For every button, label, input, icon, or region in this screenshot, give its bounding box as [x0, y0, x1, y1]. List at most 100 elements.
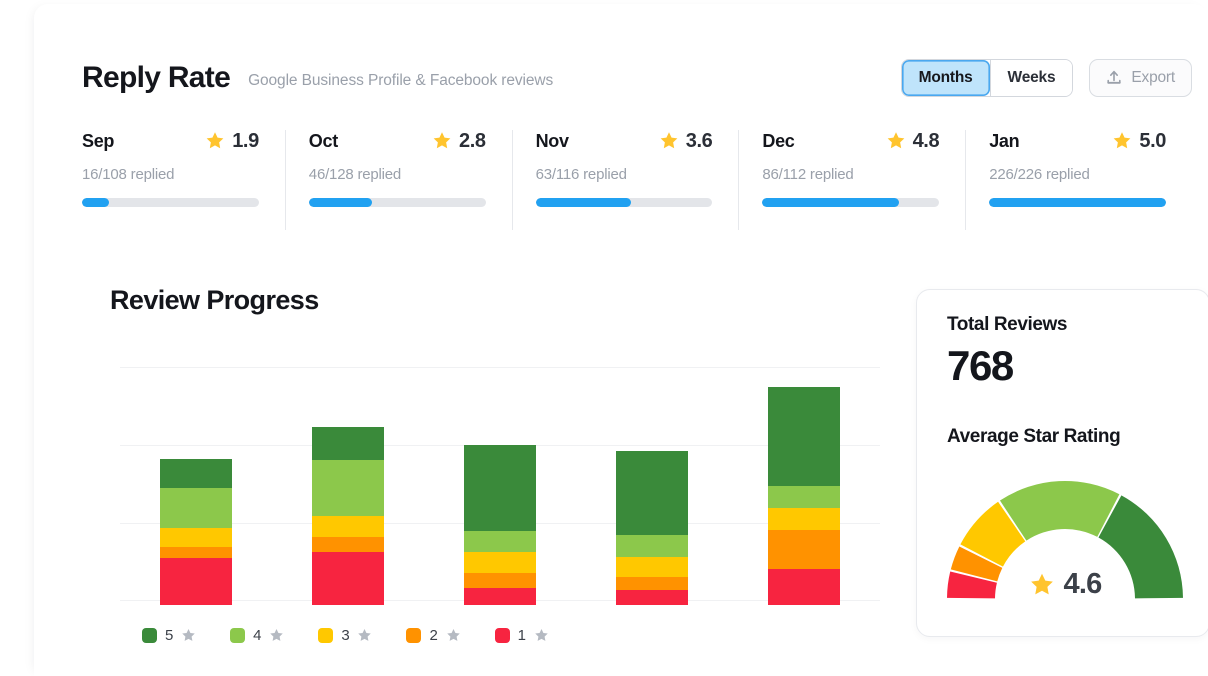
stat-progress-track: [762, 198, 940, 207]
bar-segment-2star[interactable]: [160, 547, 232, 559]
bar-segment-3star[interactable]: [768, 507, 840, 530]
bar-column-sep[interactable]: [120, 371, 272, 605]
average-rating-label: Average Star Rating: [947, 426, 1121, 447]
bar-segment-4star[interactable]: [312, 459, 384, 517]
card-header: Reply Rate Google Business Profile & Fac…: [82, 54, 1192, 102]
stat-rating-value: 5.0: [1139, 129, 1166, 152]
bar-segment-4star[interactable]: [160, 488, 232, 528]
bar-segment-2star[interactable]: [616, 576, 688, 591]
gauge-center-value: 4.6: [941, 568, 1189, 601]
header-actions: Months Weeks Export: [900, 59, 1192, 97]
month-stats-strip: Sep 1.9 16/108 replied Oct 2.8 46/128 re…: [82, 128, 1192, 238]
stat-replied-text: 16/108 replied: [82, 166, 175, 183]
stat-card-sep[interactable]: Sep 1.9 16/108 replied: [82, 128, 285, 238]
bar-stack: [616, 450, 688, 605]
legend-label: 5: [165, 627, 174, 644]
bar-segment-5star[interactable]: [616, 450, 688, 535]
average-rating-gauge: 4.6: [941, 475, 1189, 607]
legend-item-1star[interactable]: 1: [494, 627, 549, 644]
review-progress-chart: [120, 367, 880, 605]
bar-segment-1star[interactable]: [616, 590, 688, 605]
screenshot-root: Reply Rate Google Business Profile & Fac…: [0, 0, 1208, 676]
bar-column-oct[interactable]: [272, 371, 424, 605]
stat-rating: 2.8: [432, 130, 486, 153]
bar-segment-2star[interactable]: [312, 536, 384, 553]
legend-label: 4: [253, 627, 262, 644]
bar-column-dec[interactable]: [576, 371, 728, 605]
bar-segment-1star[interactable]: [768, 568, 840, 605]
stat-month-label: Oct: [308, 130, 338, 151]
legend-swatch: [318, 628, 334, 643]
stat-header: Oct 2.8: [309, 128, 486, 154]
bar-column-nov[interactable]: [424, 371, 576, 605]
bar-segment-1star[interactable]: [464, 588, 536, 605]
legend-item-4star[interactable]: 4: [230, 627, 284, 644]
page-subtitle: Google Business Profile & Facebook revie…: [248, 72, 554, 89]
stat-progress-fill: [82, 198, 109, 207]
bar-segment-5star[interactable]: [768, 386, 840, 487]
stat-card-dec[interactable]: Dec 4.8 86/112 replied: [738, 128, 965, 238]
stat-month-label: Nov: [535, 130, 569, 151]
legend-item-2star[interactable]: 2: [406, 627, 460, 644]
star-icon: [181, 628, 196, 643]
total-reviews-label: Total Reviews: [947, 314, 1068, 335]
bar-group: [120, 371, 880, 605]
range-option-months[interactable]: Months: [901, 60, 990, 96]
stat-header: Jan 5.0: [989, 128, 1166, 154]
bar-segment-5star[interactable]: [464, 445, 536, 531]
star-icon: [886, 131, 906, 151]
bar-segment-5star[interactable]: [160, 458, 232, 489]
legend-swatch: [230, 628, 246, 643]
upload-icon: [1106, 70, 1122, 87]
bar-segment-4star[interactable]: [464, 530, 536, 553]
dashboard-card: Reply Rate Google Business Profile & Fac…: [34, 4, 1208, 676]
range-toggle[interactable]: Months Weeks: [900, 59, 1074, 97]
stat-card-jan[interactable]: Jan 5.0 226/226 replied: [965, 128, 1192, 238]
stat-rating: 3.6: [659, 130, 713, 153]
stat-progress-track: [82, 198, 259, 207]
stat-replied-text: 226/226 replied: [989, 166, 1090, 183]
summary-card: Total Reviews 768 Average Star Rating 4.…: [916, 289, 1208, 637]
chart-legend: 5 4 3 2 1: [142, 627, 549, 644]
star-icon: [432, 131, 452, 151]
star-icon: [659, 131, 679, 151]
stat-rating: 5.0: [1112, 130, 1166, 153]
stat-card-oct[interactable]: Oct 2.8 46/128 replied: [284, 128, 512, 238]
bar-segment-5star[interactable]: [312, 426, 384, 460]
bar-segment-1star[interactable]: [160, 558, 232, 605]
stat-header: Sep 1.9: [82, 128, 259, 154]
star-icon: [269, 628, 284, 643]
stat-replied-text: 46/128 replied: [308, 166, 402, 183]
stat-replied-text: 63/116 replied: [535, 166, 627, 183]
bar-segment-4star[interactable]: [616, 534, 688, 558]
legend-label: 1: [517, 627, 526, 644]
stat-rating: 1.9: [205, 130, 259, 153]
bar-segment-2star[interactable]: [464, 572, 536, 589]
bar-segment-3star[interactable]: [464, 552, 536, 573]
bar-stack: [464, 445, 536, 605]
stat-header: Nov 3.6: [536, 128, 713, 154]
legend-item-5star[interactable]: 5: [142, 627, 196, 644]
bar-stack: [312, 426, 384, 605]
legend-label: 2: [429, 627, 438, 644]
star-icon: [446, 628, 461, 643]
legend-item-3star[interactable]: 3: [318, 627, 372, 644]
star-icon: [205, 131, 225, 151]
bar-segment-2star[interactable]: [768, 529, 840, 569]
star-icon: [534, 628, 549, 643]
stat-progress-track: [308, 198, 486, 207]
bar-segment-3star[interactable]: [312, 516, 384, 537]
bar-column-jan[interactable]: [728, 371, 880, 605]
bar-segment-3star[interactable]: [160, 527, 232, 548]
legend-swatch: [142, 628, 157, 643]
bar-segment-1star[interactable]: [312, 552, 384, 605]
review-progress-title: Review Progress: [110, 285, 319, 315]
star-icon: [357, 628, 372, 643]
bar-segment-4star[interactable]: [768, 486, 840, 508]
stat-rating: 4.8: [886, 130, 940, 153]
export-button[interactable]: Export: [1089, 59, 1192, 97]
range-option-weeks[interactable]: Weeks: [990, 60, 1073, 96]
bar-segment-3star[interactable]: [616, 557, 688, 577]
stat-card-nov[interactable]: Nov 3.6 63/116 replied: [511, 128, 739, 238]
gridline: [120, 367, 880, 368]
